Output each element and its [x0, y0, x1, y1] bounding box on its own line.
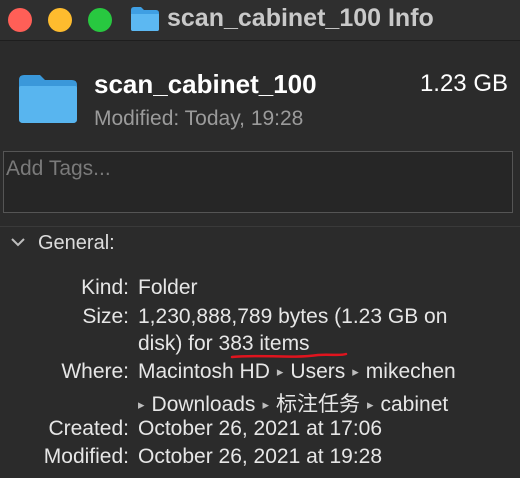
file-name: scan_cabinet_100 — [94, 69, 317, 99]
where-row: Where: Macintosh HD ▸ Users ▸ mikechen — [0, 360, 520, 388]
where-path-line1: Macintosh HD ▸ Users ▸ mikechen — [138, 360, 456, 384]
kind-label: Kind: — [81, 276, 129, 299]
created-label: Created: — [48, 417, 129, 440]
modified-row: Modified: October 26, 2021 at 19:28 — [0, 445, 520, 473]
file-size: 1.23 GB — [419, 70, 508, 97]
folder-icon — [19, 75, 77, 123]
path-item[interactable]: Users — [290, 360, 345, 384]
tags-field[interactable] — [3, 151, 514, 213]
where-label: Where: — [61, 360, 129, 383]
title-bar: scan_cabinet_100 Info — [0, 0, 520, 41]
tags-input[interactable] — [4, 152, 514, 186]
path-separator-icon: ▸ — [276, 364, 284, 379]
section-title: General: — [38, 232, 115, 254]
path-separator-icon: ▸ — [366, 397, 374, 412]
folder-icon — [131, 7, 159, 31]
section-divider — [0, 226, 520, 227]
close-button[interactable] — [8, 8, 32, 32]
minimize-button[interactable] — [48, 8, 72, 32]
size-value-line1: 1,230,888,789 bytes (1.23 GB on — [138, 305, 448, 328]
path-item[interactable]: Downloads — [152, 393, 256, 417]
path-item[interactable]: 标注任务 — [276, 388, 360, 418]
info-header: scan_cabinet_100 1.23 GB Modified: Today… — [0, 41, 520, 145]
path-separator-icon: ▸ — [262, 397, 269, 412]
path-item[interactable]: mikechen — [366, 360, 456, 384]
path-separator-icon: ▸ — [352, 364, 359, 379]
created-row: Created: October 26, 2021 at 17:06 — [0, 417, 520, 445]
kind-value: Folder — [138, 276, 198, 299]
where-path-line2: ▸ Downloads ▸ 标注任务 ▸ cabinet — [138, 388, 448, 418]
path-item[interactable]: Macintosh HD — [138, 360, 270, 384]
size-value-prefix: disk) for — [138, 332, 219, 355]
created-value: October 26, 2021 at 17:06 — [138, 417, 383, 440]
size-row: Size: 1,230,888,789 bytes (1.23 GB on — [0, 305, 520, 333]
kind-row: Kind: Folder — [0, 276, 520, 304]
modified-label: Modified: — [43, 445, 129, 468]
where-row-continued: ▸ Downloads ▸ 标注任务 ▸ cabinet — [0, 388, 520, 416]
size-label: Size: — [82, 305, 129, 328]
path-separator-icon: ▸ — [138, 397, 145, 412]
chevron-down-icon — [11, 238, 25, 247]
path-item[interactable]: cabinet — [381, 393, 449, 417]
modified-summary: Modified: Today, 19:28 — [94, 107, 304, 130]
modified-value: October 26, 2021 at 19:28 — [138, 445, 383, 468]
window-title: scan_cabinet_100 Info — [167, 4, 434, 32]
zoom-button[interactable] — [88, 8, 112, 32]
